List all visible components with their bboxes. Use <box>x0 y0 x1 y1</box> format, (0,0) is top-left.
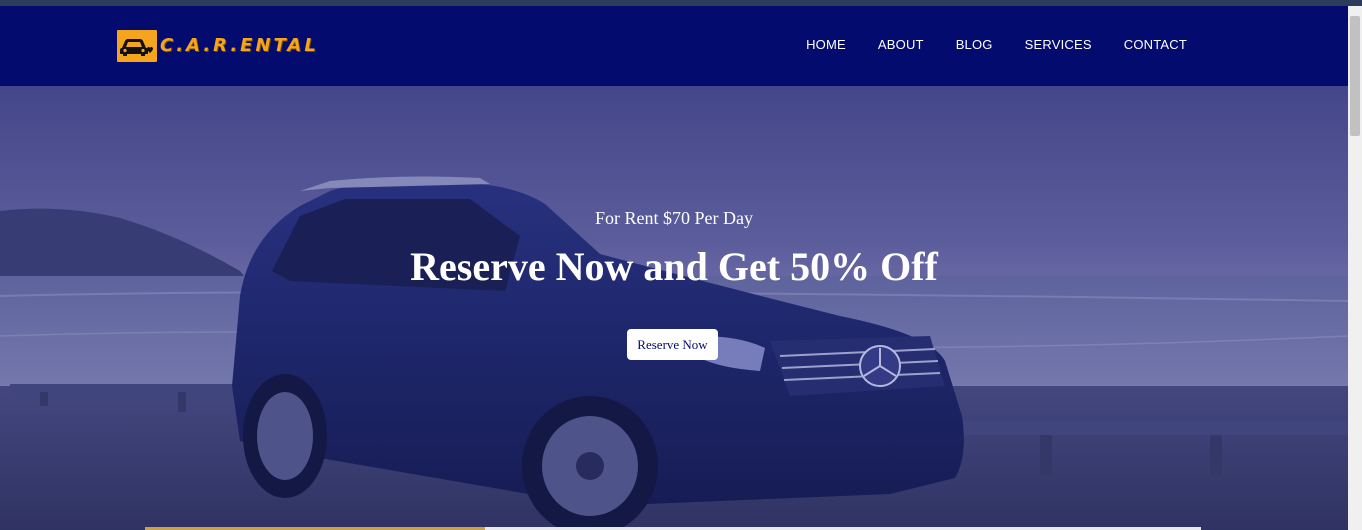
nav-about[interactable]: ABOUT <box>878 37 924 52</box>
nav-home[interactable]: HOME <box>806 37 846 52</box>
brand-name: C.A.R.ENTAL <box>160 35 319 56</box>
hero-title: Reserve Now and Get 50% Off <box>410 244 938 289</box>
hero-background-image <box>0 86 1348 530</box>
brand-logo[interactable]: C.A.R.ENTAL <box>117 30 319 62</box>
hero-subtitle: For Rent $70 Per Day <box>595 208 753 228</box>
main-nav: HOME ABOUT BLOG SERVICES CONTACT <box>774 37 1187 52</box>
nav-services[interactable]: SERVICES <box>1025 37 1092 52</box>
car-heart-icon <box>117 30 157 62</box>
reserve-now-button[interactable]: Reserve Now <box>627 329 718 360</box>
page-scrollbar[interactable] <box>1348 6 1362 530</box>
nav-contact[interactable]: CONTACT <box>1124 37 1187 52</box>
nav-blog[interactable]: BLOG <box>956 37 993 52</box>
scrollbar-thumb[interactable] <box>1350 16 1360 136</box>
hero-banner: For Rent $70 Per Day Reserve Now and Get… <box>0 86 1348 530</box>
navbar: C.A.R.ENTAL HOME ABOUT BLOG SERVICES CON… <box>0 6 1348 86</box>
